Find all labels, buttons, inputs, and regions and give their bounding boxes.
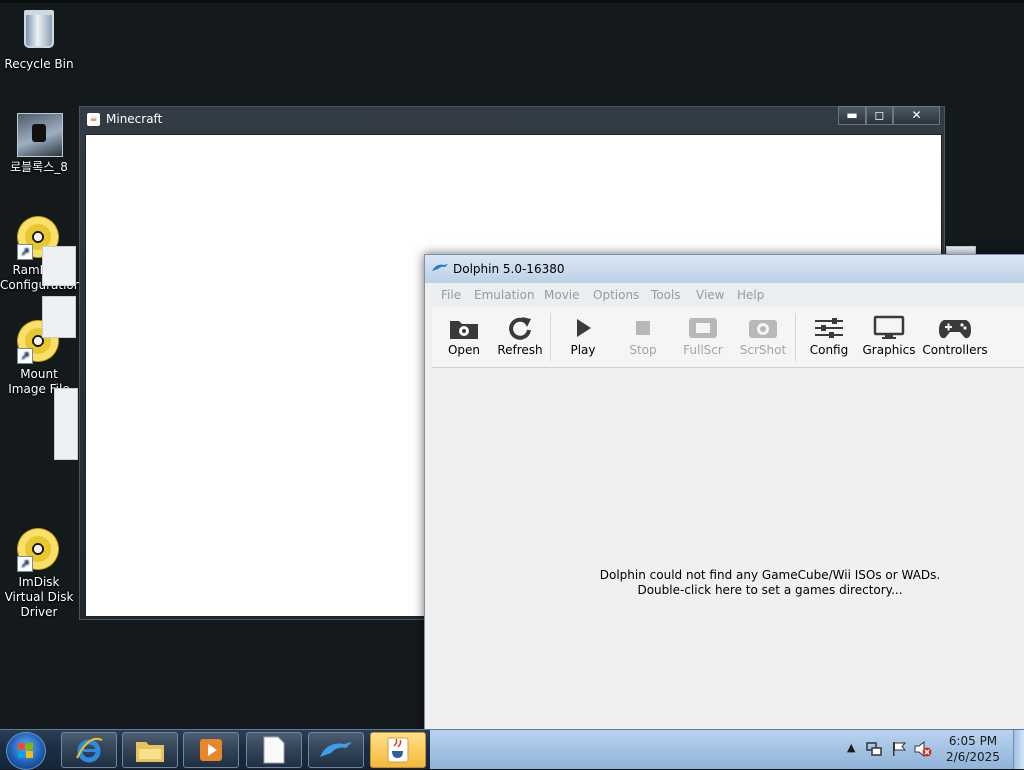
window-title: Minecraft	[106, 112, 163, 126]
java-icon	[387, 737, 409, 763]
disc-icon: ↗	[17, 528, 61, 572]
clock-date: 2/6/2025	[946, 750, 1000, 764]
refresh-button[interactable]: Refresh	[491, 313, 549, 357]
gamepad-icon	[939, 320, 971, 339]
background-window-edge	[42, 296, 76, 338]
minimize-button[interactable]: ▬	[838, 106, 866, 125]
volume-muted-icon[interactable]	[914, 741, 932, 757]
taskbar-file-explorer[interactable]	[122, 732, 178, 768]
desktop-icon-label: ImDisk Virtual Disk Driver	[4, 575, 74, 619]
taskbar-dolphin[interactable]	[308, 732, 364, 768]
graphics-button[interactable]: Graphics	[860, 313, 918, 357]
shortcut-arrow-icon: ↗	[17, 348, 33, 364]
close-button[interactable]: ✕	[893, 106, 940, 125]
menu-view[interactable]: View	[696, 288, 724, 302]
fullscreen-button[interactable]: FullScr	[674, 313, 732, 357]
show-desktop-button[interactable]	[1013, 730, 1024, 769]
taskbar-internet-explorer[interactable]	[61, 732, 117, 768]
config-button[interactable]: Config	[800, 313, 858, 357]
taskbar-highlight-area	[430, 730, 1024, 769]
dolphin-icon	[432, 264, 448, 271]
taskbar-media-player[interactable]	[183, 732, 239, 768]
system-clock[interactable]: 6:05 PM 2/6/2025	[944, 733, 1002, 765]
open-button[interactable]: Open	[435, 313, 493, 357]
screenshot-button[interactable]: ScrShot	[734, 313, 792, 357]
empty-game-list-message[interactable]: Dolphin could not find any GameCube/Wii …	[432, 568, 1024, 598]
play-icon	[577, 319, 591, 337]
taskbar-document[interactable]	[246, 732, 302, 768]
menu-emulation[interactable]: Emulation	[474, 288, 535, 302]
shortcut-arrow-icon: ↗	[17, 244, 33, 260]
open-folder-icon	[450, 321, 478, 339]
menu-file[interactable]: File	[441, 288, 461, 302]
toolbar: Open Refresh Play Stop FullScr ScrShot C…	[432, 307, 1024, 368]
desktop-icon-roblox[interactable]: 로블록스_8	[0, 113, 78, 175]
windows-logo-icon	[18, 743, 33, 758]
desktop-icon-imdisk[interactable]: ↗ ImDisk Virtual Disk Driver	[0, 528, 78, 620]
play-button[interactable]: Play	[554, 313, 612, 357]
internet-explorer-icon	[76, 737, 103, 763]
toolbar-separator	[795, 313, 796, 361]
dolphin-window[interactable]: Dolphin 5.0-16380 File Emulation Movie O…	[424, 254, 1024, 740]
camera-icon	[749, 320, 777, 338]
dolphin-titlebar[interactable]: Dolphin 5.0-16380	[425, 255, 1024, 283]
stop-button[interactable]: Stop	[614, 313, 672, 357]
desktop-icon-label: 로블록스_8	[10, 160, 68, 174]
menu-options[interactable]: Options	[593, 288, 639, 302]
taskbar: ▲ 6:05 PM 2/6/2025	[0, 729, 1024, 770]
stop-icon	[636, 321, 650, 335]
file-explorer-icon	[136, 742, 164, 762]
show-hidden-icons-arrow[interactable]: ▲	[847, 741, 855, 754]
menu-tools[interactable]: Tools	[651, 288, 681, 302]
network-icon[interactable]	[866, 741, 882, 757]
action-center-flag-icon[interactable]	[891, 741, 907, 757]
menu-bar: File Emulation Movie Options Tools View …	[432, 285, 1024, 305]
media-player-icon	[200, 739, 222, 761]
controllers-button[interactable]: Controllers	[920, 313, 990, 357]
background-window-edge	[42, 246, 76, 286]
shortcut-arrow-icon: ↗	[17, 556, 33, 572]
background-window-edge	[54, 388, 78, 460]
sliders-icon	[815, 318, 843, 338]
clock-time: 6:05 PM	[948, 734, 998, 748]
menu-help[interactable]: Help	[737, 288, 764, 302]
menu-movie[interactable]: Movie	[544, 288, 580, 302]
desktop-icon-label: Recycle Bin	[4, 57, 74, 71]
blank-document-icon	[263, 736, 285, 764]
desktop-icon-recycle-bin[interactable]: Recycle Bin	[0, 8, 78, 72]
recycle-bin-icon	[17, 10, 61, 54]
java-icon: ☕	[87, 113, 100, 126]
taskbar-java[interactable]	[370, 732, 426, 768]
game-list-area[interactable]: Dolphin could not find any GameCube/Wii …	[432, 368, 1024, 739]
screen-top-edge	[0, 0, 1024, 3]
maximize-button[interactable]: ◻	[866, 106, 893, 125]
roblox-icon	[17, 113, 63, 157]
dolphin-icon	[320, 742, 352, 757]
start-button[interactable]	[6, 732, 46, 770]
fullscreen-icon	[689, 318, 717, 338]
toolbar-separator	[550, 313, 551, 361]
window-title: Dolphin 5.0-16380	[453, 262, 565, 276]
refresh-icon	[509, 317, 531, 340]
monitor-icon	[873, 315, 905, 339]
